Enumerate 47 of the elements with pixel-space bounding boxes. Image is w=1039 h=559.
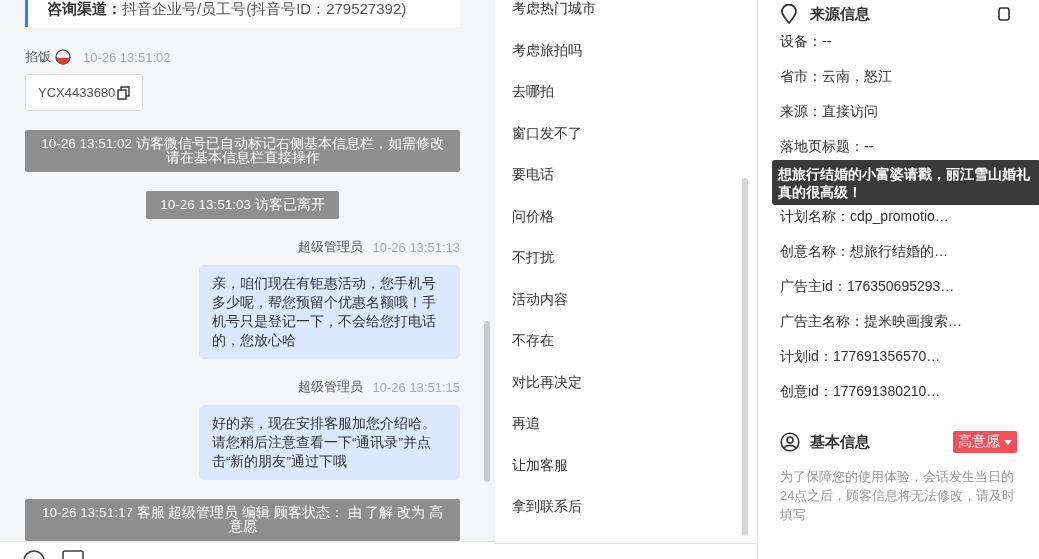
quick-reply-item[interactable]: 去哪拍 bbox=[512, 71, 554, 113]
system-notice: 10-26 13:51:03 访客已离开 bbox=[146, 191, 339, 219]
wechat-id: YCX4433680 bbox=[38, 85, 116, 100]
quick-reply-item[interactable]: 不打扰 bbox=[512, 237, 554, 279]
message-bubble: 好的亲，现在安排客服加您介绍哈。请您稍后注意查看一下“通讯录”并点击“新的朋友”通过下哦 bbox=[199, 405, 460, 480]
quick-reply-item[interactable]: 考虑旅拍吗 bbox=[512, 29, 582, 71]
section-title: 基本信息 bbox=[810, 432, 870, 452]
channel-text: 咨询渠道：抖音企业号/员工号(抖音号ID：279527392) bbox=[47, 0, 407, 17]
quick-reply-item[interactable]: 再追 bbox=[512, 403, 540, 445]
message-time: 10-26 13:51:13 bbox=[372, 239, 460, 255]
info-field: 省市：云南，怒江 bbox=[780, 59, 892, 94]
location-pin-icon bbox=[780, 4, 798, 24]
quick-reply-item[interactable]: 不存在 bbox=[512, 320, 554, 362]
agent-name: 超级管理员 bbox=[297, 238, 363, 256]
half-filled-circle-icon bbox=[55, 49, 71, 65]
info-field: 设备：-- bbox=[780, 24, 832, 59]
quick-reply-item[interactable]: 活动内容 bbox=[512, 278, 568, 320]
info-field: 广告主id：176350695293… bbox=[780, 269, 955, 304]
info-field: 创意名称：想旅行结婚的… bbox=[780, 234, 948, 269]
info-field: 来源：直接访问 bbox=[780, 94, 878, 129]
message-time: 10-26 13:51:02 bbox=[83, 49, 171, 65]
user-icon bbox=[780, 432, 800, 452]
section-title: 来源信息 bbox=[810, 4, 870, 24]
scrollbar-thumb[interactable] bbox=[742, 178, 748, 536]
info-field: 创意id：177691380210… bbox=[780, 374, 941, 409]
folder-icon[interactable] bbox=[62, 549, 84, 559]
tooltip: 想旅行结婚的小富婆请戳，丽江雪山婚礼真的很高级！ bbox=[772, 160, 1039, 205]
intent-dropdown[interactable]: 高意愿 bbox=[953, 431, 1017, 453]
emoji-icon[interactable] bbox=[22, 549, 46, 559]
hint-text: 为了保障您的使用体验，会话发生当日的24点之后，顾客信息将无法修改，请及时填写 bbox=[780, 468, 1017, 524]
quick-reply-item[interactable]: 要电话 bbox=[512, 154, 554, 196]
message-time: 10-26 13:51:15 bbox=[372, 379, 460, 395]
quick-reply-item[interactable]: 考虑热门城市 bbox=[512, 0, 596, 30]
caret-icon bbox=[1004, 439, 1012, 445]
scrollbar-thumb[interactable] bbox=[484, 321, 490, 482]
message-bubble: 亲，咱们现在有钜惠活动，您手机号多少呢，帮您预留个优惠名额哦！手机号只是登记一下，不会给您打电话的，您放心哈 bbox=[199, 265, 460, 359]
system-notice: 10-26 13:51:17 客服 超级管理员 编辑 顾客状态： 由 了解 改为 高意愿 bbox=[25, 499, 460, 541]
info-field: 广告主名称：提米映画搜索… bbox=[780, 304, 962, 339]
quick-reply-item[interactable]: 拿到联系后 bbox=[512, 486, 582, 528]
system-notice: 10-26 13:51:02 访客微信号已自动标记右侧基本信息栏，如需修改请在基本信息栏直接操作 bbox=[25, 130, 460, 172]
quick-reply-item[interactable]: 让加客服 bbox=[512, 444, 568, 486]
info-field: 计划id：177691356570… bbox=[780, 339, 941, 374]
visitor-name: 掐饭 bbox=[25, 48, 51, 66]
quick-reply-item[interactable]: 问价格 bbox=[512, 195, 554, 237]
quick-reply-item[interactable]: 窗口发不了 bbox=[512, 112, 582, 154]
agent-name: 超级管理员 bbox=[297, 378, 363, 396]
quick-reply-item[interactable]: 对比再决定 bbox=[512, 361, 582, 403]
